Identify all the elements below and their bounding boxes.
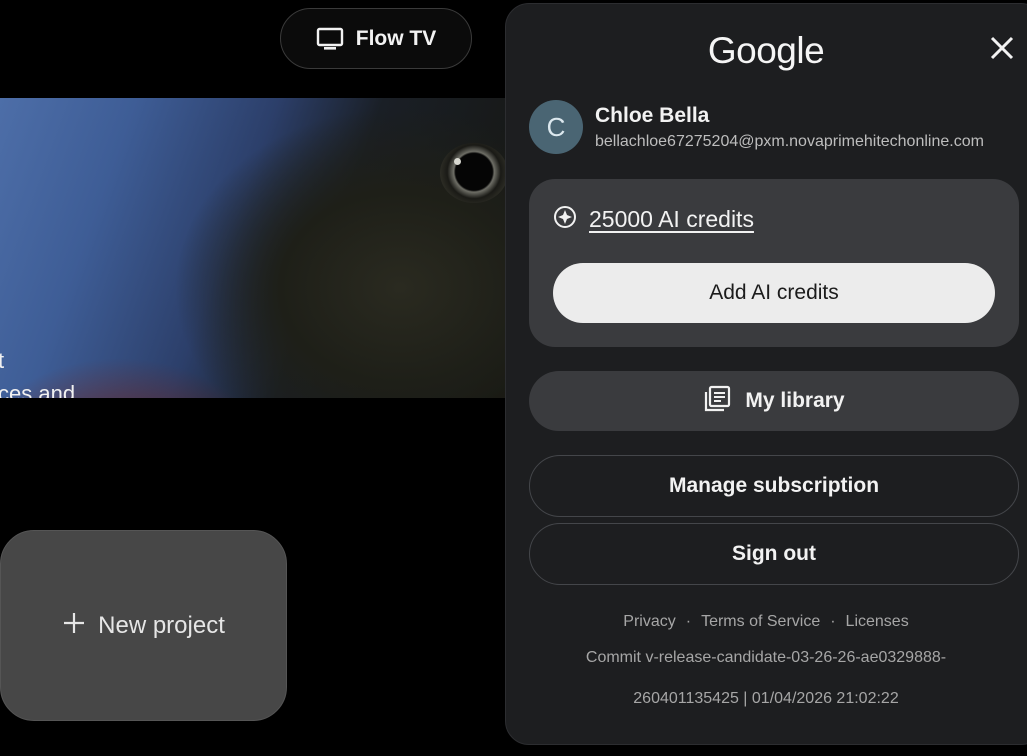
flow-tv-label: Flow TV [355,26,437,50]
credits-row: 25000 AI credits [553,205,754,234]
account-panel: Google C Chloe Bella bellachloe67275204@… [505,3,1027,745]
add-ai-credits-button[interactable]: Add AI credits [553,263,995,323]
plus-icon [62,607,86,641]
google-logo: Google [707,30,825,71]
new-project-button[interactable]: New project [0,530,287,721]
hero-caption-line-2: ces and [0,381,76,398]
parrot-eye [440,143,508,203]
user-email: bellachloe67275204@pxm.novaprimehitechon… [595,133,984,150]
user-name: Chloe Bella [595,104,710,127]
hero-caption: t ces and [0,344,75,398]
flow-tv-button[interactable]: Flow TV [280,8,472,69]
close-icon [986,36,1018,68]
hero-image: t ces and [0,98,510,398]
privacy-link[interactable]: Privacy [623,613,675,630]
avatar[interactable]: C [529,100,583,154]
credits-card: 25000 AI credits Add AI credits [529,179,1019,347]
footer-separator: · [830,613,836,630]
hero-caption-line-1: t [0,348,5,373]
ai-credits-icon [553,205,577,234]
commit-info-line-2: 260401135425 | 01/04/2026 21:02:22 [633,690,899,707]
avatar-initial: C [546,111,566,142]
terms-of-service-link[interactable]: Terms of Service [701,613,820,630]
tv-icon [316,27,344,51]
commit-info-line-1: Commit v-release-candidate-03-26-26-ae03… [585,649,947,666]
my-library-label: My library [745,389,845,412]
ai-credits-link[interactable]: 25000 AI credits [589,206,754,233]
eye-glint [454,158,461,165]
sign-out-button[interactable]: Sign out [529,523,1019,585]
licenses-link[interactable]: Licenses [846,613,909,630]
close-button[interactable] [986,32,1018,64]
manage-subscription-button[interactable]: Manage subscription [529,455,1019,517]
my-library-button[interactable]: My library [529,371,1019,431]
new-project-label: New project [98,611,225,639]
footer-links: Privacy · Terms of Service · Licenses [506,613,1026,631]
footer-separator: · [685,613,692,630]
library-icon [703,385,731,418]
